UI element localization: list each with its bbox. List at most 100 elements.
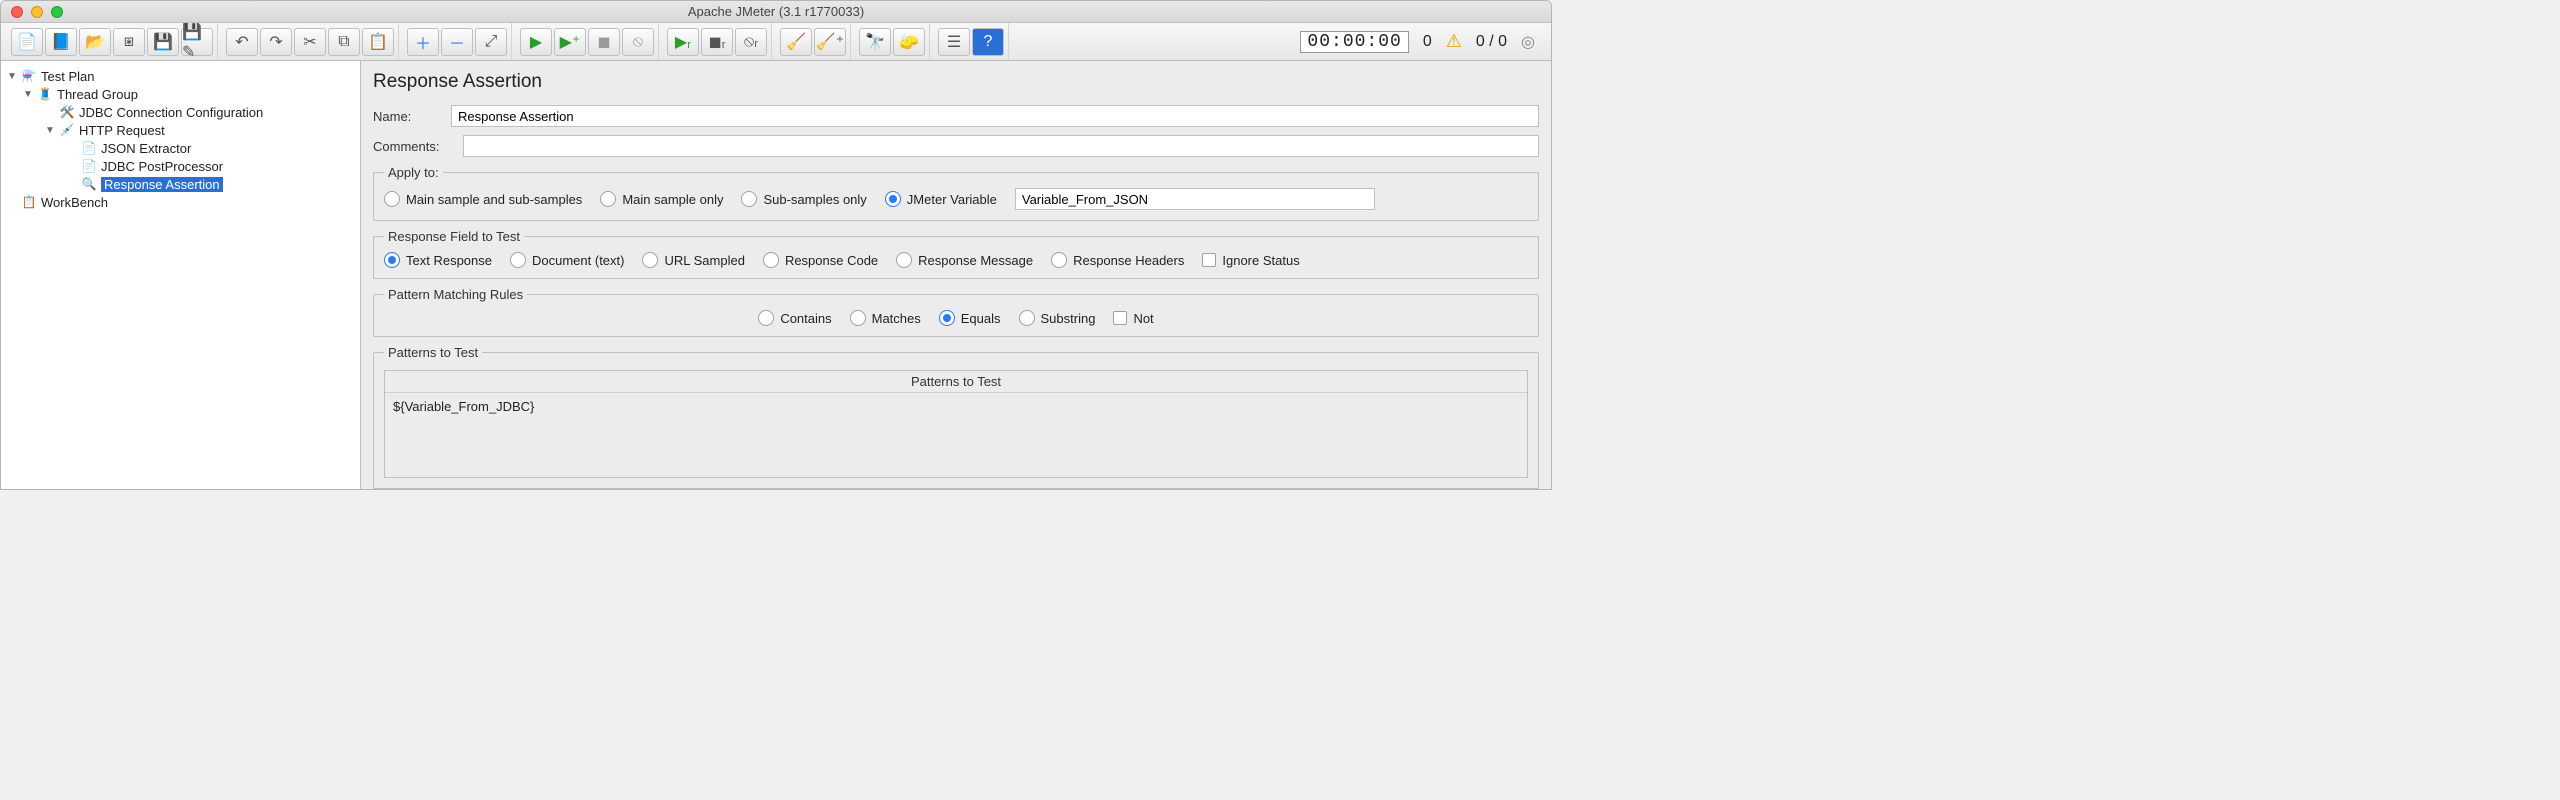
checkbox-icon	[1113, 311, 1127, 325]
field-response-headers-option[interactable]: Response Headers	[1051, 252, 1184, 268]
file-open-button[interactable]: 📂	[79, 28, 111, 56]
postprocessor-icon: 📄	[81, 158, 97, 174]
tree-node-json-extractor[interactable]: 📄 JSON Extractor	[5, 139, 356, 157]
cut-button[interactable]: ✂	[294, 28, 326, 56]
field-url-sampled-option[interactable]: URL Sampled	[642, 252, 744, 268]
rule-substring-option[interactable]: Substring	[1019, 310, 1096, 326]
clear-button[interactable]: 🧹	[780, 28, 812, 56]
rule-contains-option[interactable]: Contains	[758, 310, 831, 326]
file-new-button[interactable]: 📄	[11, 28, 43, 56]
flask-icon: ⚗️	[21, 68, 37, 84]
status-bar: 00:00:00 0 ⚠ 0 / 0 ◎	[1300, 31, 1545, 53]
apply-sub-only-option[interactable]: Sub-samples only	[741, 191, 866, 207]
tree-node-response-assertion[interactable]: 🔍 Response Assertion	[5, 175, 356, 193]
toolbar: 📄 📘 📂 ⧆ 💾 💾✎ ↶ ↷ ✂ ⧉ 📋 ＋ － ⤢ ▶ ▶⁺ ◼ ⦸ ▶ᵣ	[1, 23, 1551, 61]
radio-icon	[758, 310, 774, 326]
patterns-legend: Patterns to Test	[384, 345, 482, 360]
pattern-rules-group: Pattern Matching Rules Contains Matches …	[373, 287, 1539, 337]
tree-node-thread-group[interactable]: ▼ 🧵 Thread Group	[5, 85, 356, 103]
radio-icon	[600, 191, 616, 207]
resize-grip-icon: ◎	[1521, 32, 1535, 52]
name-label: Name:	[373, 109, 443, 124]
clear-all-button[interactable]: 🧹⁺	[814, 28, 846, 56]
search-button[interactable]: 🔭	[859, 28, 891, 56]
tree-node-http-request[interactable]: ▼ 💉 HTTP Request	[5, 121, 356, 139]
file-close-button[interactable]: ⧆	[113, 28, 145, 56]
pattern-row[interactable]: ${Variable_From_JDBC}	[393, 399, 1519, 414]
stop-button[interactable]: ◼	[588, 28, 620, 56]
redo-button[interactable]: ↷	[260, 28, 292, 56]
tree-label: JDBC PostProcessor	[101, 159, 223, 174]
radio-icon	[885, 191, 901, 207]
radio-icon	[642, 252, 658, 268]
warn-count: 0	[1423, 33, 1432, 51]
disclosure-icon[interactable]: ▼	[23, 89, 33, 100]
disclosure-icon[interactable]: ▼	[45, 125, 55, 136]
radio-icon	[1051, 252, 1067, 268]
apply-main-only-option[interactable]: Main sample only	[600, 191, 723, 207]
field-response-code-option[interactable]: Response Code	[763, 252, 878, 268]
postprocessor-icon: 📄	[81, 140, 97, 156]
warning-icon[interactable]: ⚠	[1446, 31, 1462, 52]
sampler-icon: 💉	[59, 122, 75, 138]
rule-matches-option[interactable]: Matches	[850, 310, 921, 326]
field-response-message-option[interactable]: Response Message	[896, 252, 1033, 268]
tree-label: JSON Extractor	[101, 141, 191, 156]
paste-button[interactable]: 📋	[362, 28, 394, 56]
name-input[interactable]	[451, 105, 1539, 127]
radio-icon	[850, 310, 866, 326]
apply-main-and-sub-option[interactable]: Main sample and sub-samples	[384, 191, 582, 207]
function-helper-button[interactable]: ☰	[938, 28, 970, 56]
jmeter-variable-input[interactable]	[1015, 188, 1375, 210]
field-text-response-option[interactable]: Text Response	[384, 252, 492, 268]
thread-icon: 🧵	[37, 86, 53, 102]
tree-node-jdbc-conn[interactable]: 🛠️ JDBC Connection Configuration	[5, 103, 356, 121]
ignore-status-checkbox[interactable]: Ignore Status	[1202, 253, 1299, 268]
toggle-button[interactable]: ⤢	[475, 28, 507, 56]
undo-button[interactable]: ↶	[226, 28, 258, 56]
shutdown-button[interactable]: ⦸	[622, 28, 654, 56]
config-icon: 🛠️	[59, 104, 75, 120]
file-save-button[interactable]: 💾	[147, 28, 179, 56]
expand-button[interactable]: ＋	[407, 28, 439, 56]
tree-label: Response Assertion	[101, 177, 223, 192]
remote-stop-button[interactable]: ◼ᵣ	[701, 28, 733, 56]
help-button[interactable]: ?	[972, 28, 1004, 56]
radio-icon	[741, 191, 757, 207]
start-no-pause-button[interactable]: ▶⁺	[554, 28, 586, 56]
elapsed-timer: 00:00:00	[1300, 31, 1408, 53]
tree-label: WorkBench	[41, 195, 108, 210]
comments-input[interactable]	[463, 135, 1539, 157]
remote-shutdown-button[interactable]: ⦸ᵣ	[735, 28, 767, 56]
apply-to-group: Apply to: Main sample and sub-samples Ma…	[373, 165, 1539, 221]
reset-search-button[interactable]: 🧽	[893, 28, 925, 56]
copy-button[interactable]: ⧉	[328, 28, 360, 56]
field-document-option[interactable]: Document (text)	[510, 252, 624, 268]
patterns-column-header: Patterns to Test	[385, 371, 1527, 393]
rule-equals-option[interactable]: Equals	[939, 310, 1001, 326]
templates-button[interactable]: 📘	[45, 28, 77, 56]
pattern-rules-legend: Pattern Matching Rules	[384, 287, 527, 302]
tree-node-workbench[interactable]: 📋 WorkBench	[5, 193, 356, 211]
rule-not-checkbox[interactable]: Not	[1113, 311, 1153, 326]
radio-icon	[384, 191, 400, 207]
titlebar: Apache JMeter (3.1 r1770033)	[1, 1, 1551, 23]
tree-node-jdbc-post[interactable]: 📄 JDBC PostProcessor	[5, 157, 356, 175]
apply-jmeter-var-option[interactable]: JMeter Variable	[885, 191, 997, 207]
tree-node-test-plan[interactable]: ▼ ⚗️ Test Plan	[5, 67, 356, 85]
tree-label: HTTP Request	[79, 123, 165, 138]
radio-icon	[510, 252, 526, 268]
tree-label: Test Plan	[41, 69, 94, 84]
disclosure-icon[interactable]: ▼	[7, 71, 17, 82]
response-field-group: Response Field to Test Text Response Doc…	[373, 229, 1539, 279]
tree-panel[interactable]: ▼ ⚗️ Test Plan ▼ 🧵 Thread Group 🛠️ JDBC …	[1, 61, 361, 489]
patterns-table[interactable]: Patterns to Test ${Variable_From_JDBC}	[384, 370, 1528, 478]
remote-start-button[interactable]: ▶ᵣ	[667, 28, 699, 56]
file-save-as-button[interactable]: 💾✎	[181, 28, 213, 56]
start-button[interactable]: ▶	[520, 28, 552, 56]
checkbox-icon	[1202, 253, 1216, 267]
app-window: Apache JMeter (3.1 r1770033) 📄 📘 📂 ⧆ 💾 💾…	[0, 0, 1552, 490]
radio-icon	[896, 252, 912, 268]
assertion-icon: 🔍	[81, 176, 97, 192]
collapse-button[interactable]: －	[441, 28, 473, 56]
